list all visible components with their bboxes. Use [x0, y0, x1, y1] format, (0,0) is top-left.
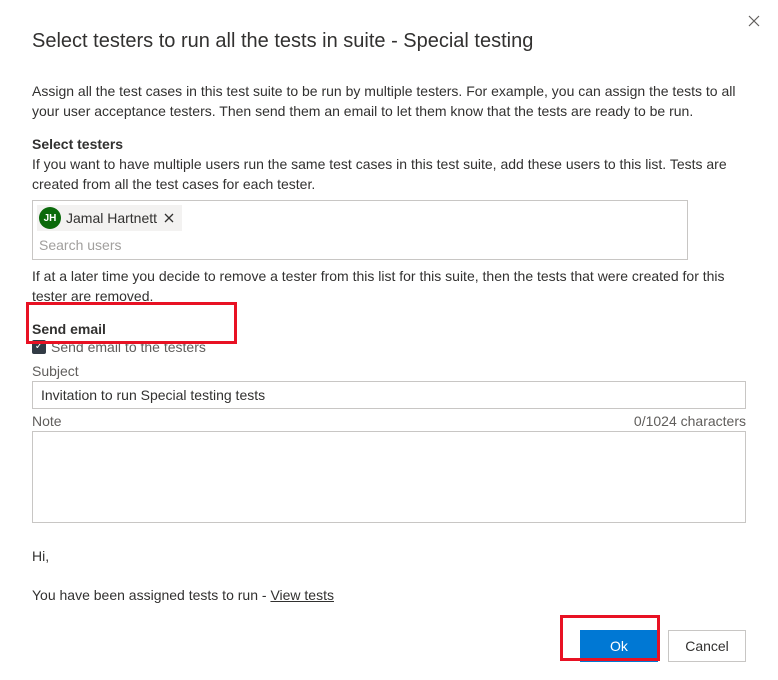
- dialog-intro: Assign all the test cases in this test s…: [32, 81, 746, 122]
- view-tests-link[interactable]: View tests: [270, 587, 334, 603]
- preview-greeting: Hi,: [32, 546, 746, 567]
- checkmark-icon: ✓: [35, 341, 43, 352]
- dialog-title: Select testers to run all the tests in s…: [32, 28, 746, 55]
- note-label: Note: [32, 413, 62, 429]
- avatar: JH: [39, 207, 61, 229]
- tester-picker[interactable]: JH Jamal Hartnett: [32, 200, 688, 260]
- note-counter: 0/1024 characters: [634, 413, 746, 429]
- select-testers-heading: Select testers: [32, 136, 746, 152]
- send-email-checkbox[interactable]: ✓: [32, 340, 46, 354]
- subject-input[interactable]: [32, 381, 746, 409]
- cancel-button[interactable]: Cancel: [668, 630, 746, 662]
- remove-tester-note: If at a later time you decide to remove …: [32, 266, 746, 307]
- note-textarea[interactable]: [32, 431, 746, 523]
- close-button[interactable]: [742, 10, 766, 34]
- tester-chip-name: Jamal Hartnett: [66, 210, 157, 226]
- close-icon: [748, 14, 760, 30]
- email-preview: Hi, You have been assigned tests to run …: [32, 546, 746, 606]
- preview-body-line: You have been assigned tests to run - Vi…: [32, 585, 746, 606]
- send-email-heading: Send email: [32, 321, 746, 337]
- tester-chip: JH Jamal Hartnett: [37, 205, 182, 231]
- ok-button[interactable]: Ok: [580, 630, 658, 662]
- search-users-input[interactable]: [33, 233, 687, 259]
- remove-tester-button[interactable]: [162, 211, 176, 226]
- select-testers-help: If you want to have multiple users run t…: [32, 154, 746, 195]
- send-email-checkbox-label: Send email to the testers: [51, 339, 206, 355]
- subject-label: Subject: [32, 363, 746, 379]
- preview-body-text: You have been assigned tests to run -: [32, 587, 270, 603]
